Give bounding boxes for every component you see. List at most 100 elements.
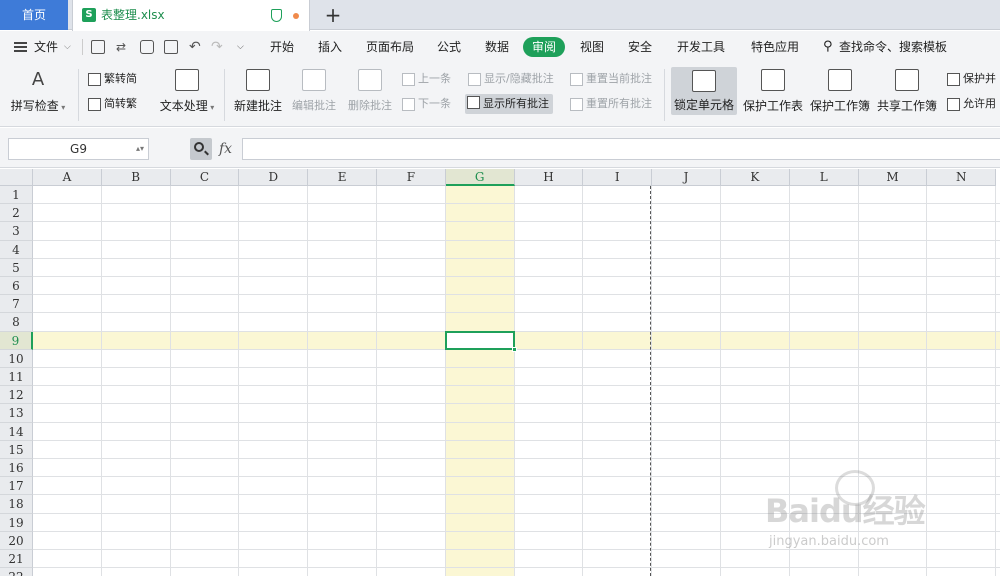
menu-developer-tools[interactable]: 开发工具 [677, 31, 725, 63]
redo-icon[interactable]: ↷ [211, 31, 223, 63]
gridline-vertical [513, 186, 515, 576]
allow-users-edit-button[interactable]: 允许用 [945, 96, 996, 112]
row-header-12[interactable]: 12 [0, 386, 33, 405]
zoom-icon[interactable] [190, 138, 212, 160]
column-header-b[interactable]: B [101, 169, 171, 186]
column-header-d[interactable]: D [239, 169, 309, 186]
column-header-n[interactable]: N [927, 169, 997, 186]
print-preview-icon[interactable] [164, 40, 178, 54]
column-header-c[interactable]: C [170, 169, 240, 186]
column-header-m[interactable]: M [858, 169, 928, 186]
reset-all-comments-button[interactable]: 重置所有批注 [568, 96, 652, 112]
row-header-20[interactable]: 20 [0, 531, 33, 550]
gridline-vertical [995, 186, 997, 576]
column-header-a[interactable]: A [33, 169, 102, 186]
menu-start[interactable]: 开始 [270, 31, 294, 63]
export-icon[interactable]: ⇄ [116, 31, 126, 63]
menu-security[interactable]: 安全 [628, 31, 652, 63]
row-header-19[interactable]: 19 [0, 513, 33, 532]
menu-view[interactable]: 视图 [580, 31, 604, 63]
menu-file[interactable]: 文件 [34, 31, 58, 63]
row-header-9[interactable]: 9 [0, 331, 33, 350]
column-header-e[interactable]: E [308, 169, 377, 186]
row-header-10[interactable]: 10 [0, 349, 33, 368]
share-workbook-icon [895, 69, 919, 91]
gridline-horizontal [33, 239, 1000, 241]
formula-input[interactable] [242, 138, 1000, 160]
undo-icon[interactable]: ↶ [189, 31, 201, 63]
row-header-6[interactable]: 6 [0, 277, 33, 296]
protect-and-share-button[interactable]: 保护并 [945, 71, 996, 87]
column-header-h[interactable]: H [514, 169, 584, 186]
active-cell[interactable] [444, 330, 517, 352]
show-all-comments-button[interactable]: 显示所有批注 [465, 94, 553, 114]
share-workbook-button[interactable]: 共享工作簿 [875, 63, 939, 127]
row-header-15[interactable]: 15 [0, 440, 33, 459]
document-tab-label: 表整理.xlsx [101, 8, 165, 22]
prev-comment-button[interactable]: 上一条 [400, 71, 451, 87]
hamburger-icon[interactable] [14, 42, 27, 52]
row-header-8[interactable]: 8 [0, 313, 33, 332]
tab-home[interactable]: 首页 [0, 0, 68, 30]
function-icon[interactable]: fx [219, 138, 232, 160]
row-header-18[interactable]: 18 [0, 495, 33, 514]
gridline-vertical [169, 186, 171, 576]
trad-to-simp-button[interactable]: 繁转简 [86, 71, 137, 87]
row-header-2[interactable]: 2 [0, 204, 33, 223]
column-header-k[interactable]: K [721, 169, 790, 186]
command-search[interactable]: 查找命令、搜索模板 [839, 31, 947, 63]
next-comment-button[interactable]: 下一条 [400, 96, 451, 112]
menu-page-layout[interactable]: 页面布局 [366, 31, 414, 63]
search-icon[interactable]: ⚲ [823, 31, 833, 63]
gridline-horizontal [33, 276, 1000, 277]
chevron-down-icon[interactable]: ▴▾ [136, 139, 144, 159]
new-tab-button[interactable]: + [320, 2, 346, 28]
save-icon[interactable] [91, 40, 105, 54]
column-header-j[interactable]: J [652, 169, 721, 186]
menu-review[interactable]: 审阅 [523, 37, 566, 57]
row-header-3[interactable]: 3 [0, 222, 33, 241]
new-comment-button[interactable]: 新建批注 [230, 63, 286, 127]
name-box[interactable]: G9 ▴▾ [8, 138, 149, 160]
column-header-l[interactable]: L [789, 169, 859, 186]
gridline-horizontal [33, 312, 1000, 314]
tab-document[interactable]: S 表整理.xlsx [72, 0, 310, 31]
reset-current-comment-button[interactable]: 重置当前批注 [568, 71, 652, 87]
row-header-11[interactable]: 11 [0, 368, 33, 387]
row-header-7[interactable]: 7 [0, 295, 33, 314]
column-header-i[interactable]: I [583, 169, 653, 186]
protect-workbook-button[interactable]: 保护工作簿 [808, 63, 872, 127]
protect-sheet-button[interactable]: 保护工作表 [741, 63, 805, 127]
menu-special-apps[interactable]: 特色应用 [751, 31, 799, 63]
show-hide-comment-button[interactable]: 显示/隐藏批注 [466, 71, 554, 87]
quick-access-dropdown-icon[interactable]: ⌵ [237, 31, 244, 63]
text-process-button[interactable]: 文本处理 ▾ [156, 63, 218, 127]
row-header-16[interactable]: 16 [0, 459, 33, 478]
gridline-vertical [720, 186, 721, 576]
edit-comment-button[interactable]: 编辑批注 [288, 63, 340, 127]
spell-check-button[interactable]: A 拼写检查 ▾ [8, 63, 68, 127]
column-header-g[interactable]: G [445, 169, 515, 186]
row-header-4[interactable]: 4 [0, 240, 33, 259]
lock-cell-button[interactable]: 锁定单元格 [671, 67, 737, 115]
menu-data[interactable]: 数据 [485, 31, 509, 63]
delete-comment-button[interactable]: 删除批注 [344, 63, 396, 127]
menu-formula[interactable]: 公式 [437, 31, 461, 63]
print-icon[interactable] [140, 40, 154, 54]
simp-to-trad-button[interactable]: 简转繁 [86, 96, 137, 112]
gridline-vertical [444, 186, 446, 576]
column-header-f[interactable]: F [377, 169, 446, 186]
row-header-21[interactable]: 21 [0, 550, 33, 569]
row-header-22[interactable]: 22 [0, 568, 33, 576]
row-header-14[interactable]: 14 [0, 422, 33, 441]
menu-insert[interactable]: 插入 [318, 31, 342, 63]
row-header-17[interactable]: 17 [0, 477, 33, 496]
select-all-corner[interactable] [0, 169, 33, 186]
fill-handle[interactable] [511, 346, 517, 352]
shield-icon[interactable] [271, 9, 282, 22]
row-header-5[interactable]: 5 [0, 258, 33, 277]
unsaved-indicator-icon [293, 13, 299, 19]
row-header-13[interactable]: 13 [0, 404, 33, 423]
chevron-down-icon[interactable]: ⌵ [64, 31, 71, 63]
row-header-1[interactable]: 1 [0, 186, 33, 205]
